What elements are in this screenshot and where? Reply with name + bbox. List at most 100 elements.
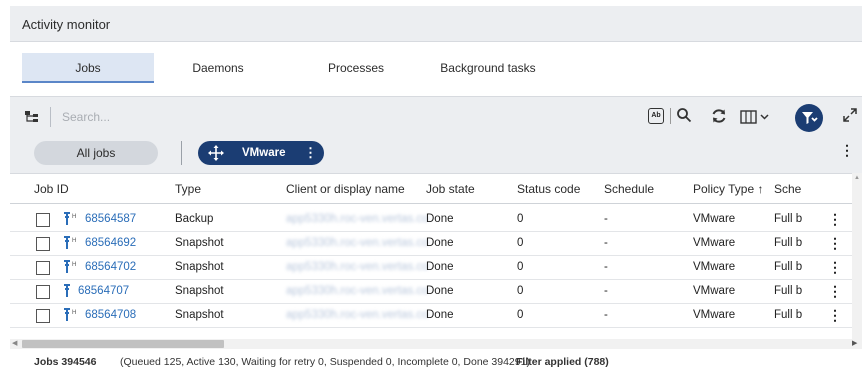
schedule: - xyxy=(604,237,608,249)
row-checkbox[interactable] xyxy=(36,309,50,323)
job-tree-icon: H xyxy=(64,308,76,321)
schedule-type: Full b xyxy=(774,309,803,321)
tab-processes[interactable]: Processes xyxy=(306,53,406,83)
window-title: Activity monitor xyxy=(22,17,111,32)
chip-divider xyxy=(181,141,182,165)
search-icon[interactable] xyxy=(676,107,692,123)
column-header-type[interactable]: Type xyxy=(175,182,201,196)
job-id-link[interactable]: 68564702 xyxy=(85,261,136,273)
job-type: Backup xyxy=(175,213,214,225)
jobs-total: Jobs 394546 xyxy=(34,356,97,368)
svg-text:H: H xyxy=(72,238,76,244)
job-tree-icon: H xyxy=(64,236,76,249)
client-name: app5330h.roc-ven.vertas.co xyxy=(286,213,429,225)
case-sensitive-icon[interactable]: Ab xyxy=(648,108,664,124)
all-jobs-chip[interactable]: All jobs xyxy=(34,141,158,165)
client-name: app5330h.roc-ven.vertas.co xyxy=(286,285,429,297)
more-options-icon[interactable]: ⋮ xyxy=(840,142,854,159)
status-code: 0 xyxy=(517,237,524,249)
svg-text:H: H xyxy=(72,262,76,268)
job-id-link[interactable]: 68564692 xyxy=(85,237,136,249)
horizontal-scroll-thumb[interactable] xyxy=(22,340,224,348)
column-header-schedule[interactable]: Schedule xyxy=(604,182,654,196)
row-checkbox[interactable] xyxy=(36,213,50,227)
schedule: - xyxy=(604,261,608,273)
column-header-schedule-type[interactable]: Sche xyxy=(774,182,801,196)
job-id-link[interactable]: 68564587 xyxy=(85,213,136,225)
job-type: Snapshot xyxy=(175,309,224,321)
move-icon[interactable] xyxy=(208,145,224,161)
policy-type: VMware xyxy=(693,309,736,321)
scroll-left-icon[interactable]: ◀ xyxy=(12,339,17,347)
column-header-job-id[interactable]: Job ID xyxy=(34,182,69,196)
refresh-icon[interactable] xyxy=(710,107,728,125)
filter-status: Filter applied (788) xyxy=(516,356,609,368)
client-name: app5330h.roc-ven.vertas.co xyxy=(286,237,429,249)
row-menu-icon[interactable]: ⋮ xyxy=(828,307,842,324)
status-code: 0 xyxy=(517,309,524,321)
job-id-link[interactable]: 68564707 xyxy=(78,285,129,297)
tab-background-tasks[interactable]: Background tasks xyxy=(428,53,548,83)
job-state: Done xyxy=(426,213,454,225)
row-checkbox[interactable] xyxy=(36,237,50,251)
policy-type: VMware xyxy=(693,261,736,273)
schedule-type: Full b xyxy=(774,261,803,273)
scroll-right-icon[interactable]: ▶ xyxy=(852,339,857,347)
expand-icon[interactable] xyxy=(842,107,858,123)
scroll-up-icon[interactable]: ▲ xyxy=(854,175,860,181)
column-header-policy-type[interactable]: Policy Type ↑ xyxy=(693,182,763,196)
job-type: Snapshot xyxy=(175,237,224,249)
job-state: Done xyxy=(426,309,454,321)
row-checkbox[interactable] xyxy=(36,261,50,275)
row-menu-icon[interactable]: ⋮ xyxy=(828,235,842,252)
client-name: app5330h.roc-ven.vertas.co xyxy=(286,261,429,273)
table-row[interactable]: H 68564708 Snapshot app5330h.roc-ven.ver… xyxy=(10,304,852,328)
status-footer: Jobs 394546 (Queued 125, Active 130, Wai… xyxy=(10,349,862,372)
svg-text:H: H xyxy=(72,214,76,220)
tab-daemons[interactable]: Daemons xyxy=(168,53,268,83)
vertical-scrollbar[interactable]: ▲ xyxy=(852,173,862,339)
vmware-chip-label: VMware xyxy=(242,147,286,159)
toolbar: Ab xyxy=(10,97,862,137)
status-code: 0 xyxy=(517,285,524,297)
schedule-type: Full b xyxy=(774,285,803,297)
client-name: app5330h.roc-ven.vertas.co xyxy=(286,309,429,321)
filter-icon[interactable] xyxy=(795,104,823,132)
job-id-link[interactable]: 68564708 xyxy=(85,309,136,321)
column-header-status-code[interactable]: Status code xyxy=(517,182,580,196)
row-menu-icon[interactable]: ⋮ xyxy=(828,259,842,276)
table-row[interactable]: 68564707 Snapshot app5330h.roc-ven.verta… xyxy=(10,280,852,304)
job-tree-icon: H xyxy=(64,212,76,225)
tree-view-icon[interactable] xyxy=(24,109,40,125)
table-row[interactable]: H 68564702 Snapshot app5330h.roc-ven.ver… xyxy=(10,256,852,280)
schedule: - xyxy=(604,285,608,297)
status-code: 0 xyxy=(517,261,524,273)
column-header-client[interactable]: Client or display name xyxy=(286,182,405,196)
status-code: 0 xyxy=(517,213,524,225)
vmware-chip-menu-icon[interactable]: ⋮ xyxy=(304,141,317,165)
table-row[interactable]: H 68564587 Backup app5330h.roc-ven.verta… xyxy=(10,208,852,232)
jobs-table: Job ID Type Client or display name Job s… xyxy=(10,173,852,339)
tab-jobs[interactable]: Jobs xyxy=(22,53,154,83)
vmware-filter-chip[interactable]: VMware ⋮ xyxy=(198,141,324,165)
horizontal-scrollbar[interactable]: ◀ ▶ xyxy=(10,339,862,349)
schedule-type: Full b xyxy=(774,213,803,225)
table-row[interactable]: H 68564692 Snapshot app5330h.roc-ven.ver… xyxy=(10,232,852,256)
columns-icon[interactable] xyxy=(740,109,770,125)
policy-type: VMware xyxy=(693,285,736,297)
policy-type: VMware xyxy=(693,213,736,225)
schedule: - xyxy=(604,213,608,225)
svg-text:H: H xyxy=(72,310,76,316)
search-input[interactable] xyxy=(62,107,622,127)
row-checkbox[interactable] xyxy=(36,285,50,299)
schedule-type: Full b xyxy=(774,237,803,249)
table-header: Job ID Type Client or display name Job s… xyxy=(10,174,852,204)
jobs-breakdown: (Queued 125, Active 130, Waiting for ret… xyxy=(120,356,530,368)
job-type: Snapshot xyxy=(175,285,224,297)
job-state: Done xyxy=(426,261,454,273)
row-menu-icon[interactable]: ⋮ xyxy=(828,211,842,228)
policy-type: VMware xyxy=(693,237,736,249)
column-header-job-state[interactable]: Job state xyxy=(426,182,475,196)
row-menu-icon[interactable]: ⋮ xyxy=(828,283,842,300)
job-type: Snapshot xyxy=(175,261,224,273)
